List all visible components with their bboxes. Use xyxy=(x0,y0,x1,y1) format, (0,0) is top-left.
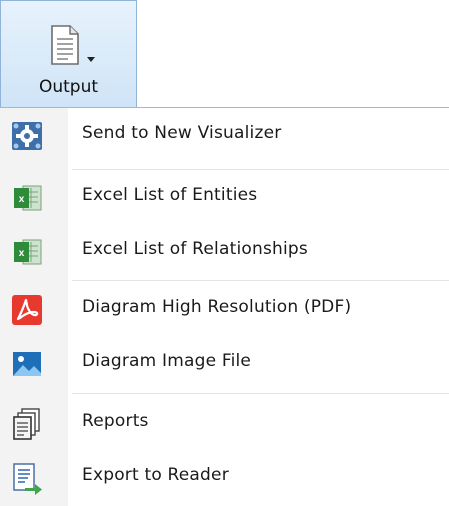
menu-item-label: Export to Reader xyxy=(82,465,229,485)
menu-item-label: Reports xyxy=(82,411,149,431)
menu-separator xyxy=(72,169,449,170)
menu-item-label: Send to New Visualizer xyxy=(82,123,282,143)
svg-text:x: x xyxy=(19,248,25,259)
menu-item-label: Excel List of Entities xyxy=(82,185,258,205)
menu-item-export-to-reader[interactable]: Export to Reader xyxy=(0,452,449,504)
reports-icon xyxy=(13,408,40,440)
output-dropdown-menu: Send to New Visualizer x Excel List of E… xyxy=(0,107,449,506)
menu-item-label: Diagram High Resolution (PDF) xyxy=(82,297,352,317)
svg-text:x: x xyxy=(19,194,25,205)
menu-separator xyxy=(72,280,449,281)
chevron-down-icon xyxy=(87,57,95,62)
visualizer-icon xyxy=(12,122,42,150)
menu-separator xyxy=(72,393,449,394)
export-icon xyxy=(13,463,42,495)
menu-item-label: Excel List of Relationships xyxy=(82,239,308,259)
menu-item-reports[interactable]: Reports xyxy=(0,398,449,450)
menu-item-label: Diagram Image File xyxy=(82,351,252,371)
menu-item-excel-list-of-relationships[interactable]: x Excel List of Relationships xyxy=(0,226,449,278)
menu-item-send-to-new-visualizer[interactable]: Send to New Visualizer xyxy=(0,110,449,162)
menu-item-excel-list-of-entities[interactable]: x Excel List of Entities xyxy=(0,172,449,224)
output-ribbon-button[interactable]: Output xyxy=(0,0,137,108)
pdf-icon xyxy=(12,295,42,325)
document-icon xyxy=(51,25,79,65)
excel-icon: x xyxy=(14,185,42,211)
output-label: Output xyxy=(38,77,99,97)
menu-item-diagram-high-resolution-pdf[interactable]: Diagram High Resolution (PDF) xyxy=(0,284,449,336)
excel-icon: x xyxy=(14,239,42,265)
image-icon xyxy=(13,352,41,376)
menu-item-diagram-image-file[interactable]: Diagram Image File xyxy=(0,338,449,390)
